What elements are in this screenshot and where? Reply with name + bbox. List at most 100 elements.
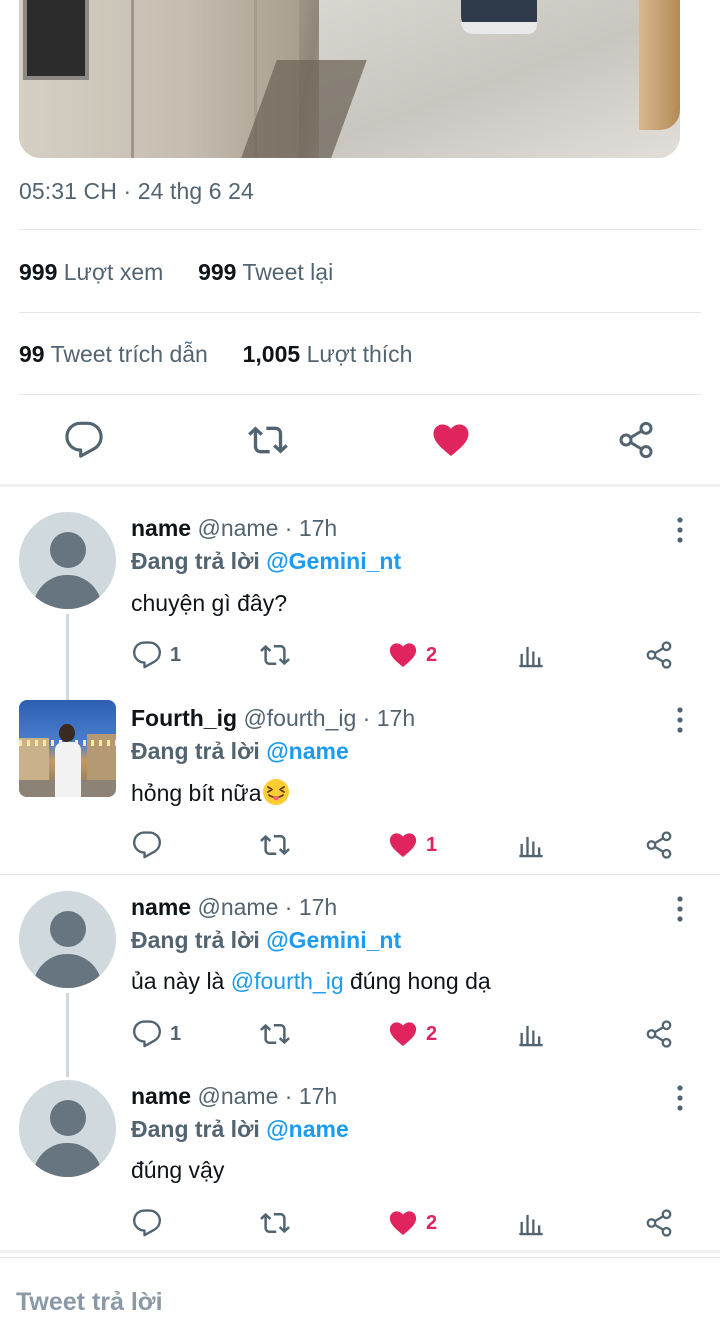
replying-prefix: Đang trả lời [131,548,260,574]
retweets-stat[interactable]: 999 Tweet lại [198,259,333,285]
replying-to-mention[interactable]: @name [266,738,349,764]
reply-text-before: ủa này là [131,968,225,994]
like-button[interactable]: 1 [388,830,437,860]
divider [0,874,720,875]
handle[interactable]: @name [197,1083,278,1109]
reply-header: name @name · 17h [131,894,338,920]
display-name[interactable]: name [131,894,191,920]
reply-text: chuyện gì đây? [131,590,288,616]
more-options-icon[interactable] [668,894,692,924]
replying-to-line: Đang trả lời @name [131,1116,349,1143]
reply-icon[interactable] [64,420,104,460]
reply-header: name @name · 17h [131,1083,338,1109]
reply-item[interactable]: name @name · 17h Đang trả lời @Gemini_nt… [0,889,720,1077]
like-button[interactable]: 2 [388,640,437,670]
share-button[interactable] [644,1019,674,1049]
thread-connector [66,614,69,708]
likes-stat[interactable]: 1,005 Lượt thích [243,341,413,367]
reply-count: 1 [170,643,182,666]
avatar-default[interactable] [19,1080,116,1177]
avatar-photo[interactable] [19,700,116,797]
share-button[interactable] [644,830,674,860]
share-icon [644,1019,674,1049]
reply-time[interactable]: 17h [299,1083,337,1109]
display-name[interactable]: name [131,1083,191,1109]
reply-count: 1 [170,1022,182,1045]
share-button[interactable] [644,640,674,670]
like-count: 2 [426,1022,438,1045]
replying-to-mention[interactable]: @Gemini_nt [266,548,401,574]
reply-icon [132,1019,162,1049]
reply-time[interactable]: 17h [377,705,415,731]
heart-filled-icon [388,1208,418,1238]
reply-composer-placeholder[interactable]: Tweet trả lời [16,1288,163,1317]
replying-to-mention[interactable]: @Gemini_nt [266,927,401,953]
divider [0,1250,720,1253]
replying-to-line: Đang trả lời @Gemini_nt [131,927,401,954]
reply-button[interactable]: 1 [132,640,181,670]
display-name[interactable]: Fourth_ig [131,705,237,731]
stats-row-quotes-likes: 99 Tweet trích dẫn 1,005 Lượt thích [19,341,412,368]
handle[interactable]: @fourth_ig [243,705,356,731]
handle[interactable]: @name [197,515,278,541]
reply-item[interactable]: name @name · 17h Đang trả lời @name đúng… [0,1078,720,1250]
analytics-button[interactable] [517,640,545,670]
divider [19,312,701,313]
reply-icon [132,1208,162,1238]
divider [19,229,701,230]
heart-filled-icon [388,640,418,670]
retweet-button[interactable] [260,1208,290,1238]
reply-header: Fourth_ig @fourth_ig · 17h [131,705,416,731]
retweet-button[interactable] [260,640,290,670]
reply-time[interactable]: 17h [299,894,337,920]
more-options-icon[interactable] [668,1083,692,1113]
reply-item[interactable]: Fourth_ig @fourth_ig · 17h Đang trả lời … [0,700,720,872]
replying-to-mention[interactable]: @name [266,1116,349,1142]
analytics-button[interactable] [517,1208,545,1238]
reply-button[interactable] [132,830,170,860]
retweet-button[interactable] [260,1019,290,1049]
display-name[interactable]: name [131,515,191,541]
reply-button[interactable] [132,1208,170,1238]
reply-button[interactable]: 1 [132,1019,181,1049]
retweet-icon [260,1208,290,1238]
analytics-button[interactable] [517,1019,545,1049]
likes-label: Lượt thích [306,341,413,367]
likes-count: 1,005 [242,341,301,367]
reply-time[interactable]: 17h [299,515,337,541]
quotes-stat[interactable]: 99 Tweet trích dẫn [19,341,214,367]
views-stat[interactable]: 999 Lượt xem [19,259,170,285]
analytics-icon [517,1020,545,1048]
retweets-label: Tweet lại [242,259,334,285]
avatar-default[interactable] [19,891,116,988]
reply-text: đúng vậy [131,1157,225,1183]
retweet-button[interactable] [260,830,290,860]
like-button[interactable]: 2 [388,1019,437,1049]
more-options-icon[interactable] [668,515,692,545]
inline-mention[interactable]: @fourth_ig [231,968,344,994]
more-options-icon[interactable] [668,705,692,735]
like-count: 1 [426,833,438,856]
reply-item[interactable]: name @name · 17h Đang trả lời @Gemini_nt… [0,510,720,708]
heart-filled-icon[interactable] [431,420,471,460]
avatar-default[interactable] [19,512,116,609]
replying-to-line: Đang trả lời @name [131,738,349,765]
retweets-count: 999 [198,259,237,285]
retweet-icon[interactable] [248,420,288,460]
share-icon[interactable] [616,420,656,460]
reply-text-after: đúng hong dạ [350,968,491,994]
handle[interactable]: @name [197,894,278,920]
thread-connector [66,993,69,1077]
analytics-button[interactable] [517,830,545,860]
tweet-timestamp[interactable]: 05:31 CH · 24 thg 6 24 [19,178,254,205]
retweet-icon [260,1019,290,1049]
share-button[interactable] [644,1208,674,1238]
retweet-icon [260,640,290,670]
replying-prefix: Đang trả lời [131,927,260,953]
like-count: 2 [426,643,438,666]
replying-prefix: Đang trả lời [131,1116,260,1142]
reply-composer[interactable]: Tweet trả lời [0,1257,720,1332]
tweet-media-image[interactable] [19,0,680,158]
like-count: 2 [426,1211,438,1234]
like-button[interactable]: 2 [388,1208,437,1238]
